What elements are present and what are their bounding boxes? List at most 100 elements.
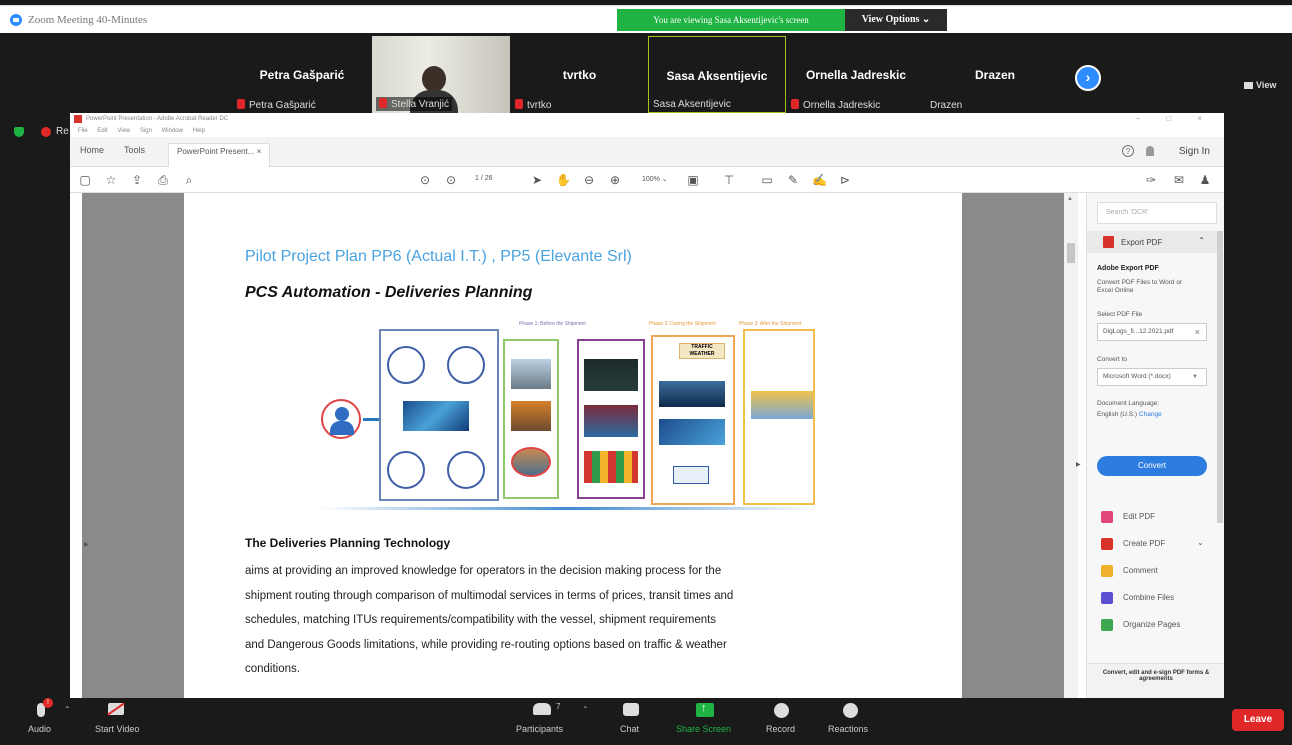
sign-in-link[interactable]: Sign In bbox=[1179, 146, 1210, 157]
paragraph-line: aims at providing an improved knowledge … bbox=[245, 565, 722, 577]
menu-file[interactable]: File bbox=[78, 128, 88, 134]
scroll-thumb[interactable] bbox=[1067, 243, 1075, 263]
dangerous-goods-image bbox=[584, 451, 638, 483]
menu-help[interactable]: Help bbox=[193, 128, 205, 134]
rail-node bbox=[387, 451, 425, 489]
document-viewport[interactable]: ▶ Pilot Project Plan PP6 (Actual I.T.) ,… bbox=[82, 193, 1064, 698]
change-language-link[interactable]: Change bbox=[1139, 411, 1162, 418]
participant-label: Petra Gašparić bbox=[237, 99, 316, 111]
window-controls[interactable]: – □ × bbox=[1136, 113, 1214, 125]
audio-options-caret[interactable]: ⌃ bbox=[64, 705, 71, 714]
left-panel-toggle-icon[interactable]: ▶ bbox=[84, 541, 89, 548]
menu-window[interactable]: Window bbox=[162, 128, 183, 134]
participant-tile[interactable]: tvrtko tvrtko bbox=[511, 36, 648, 113]
participant-name: tvrtko bbox=[562, 68, 597, 82]
zoom-logo-icon bbox=[10, 14, 22, 26]
reactions-button[interactable]: Reactions bbox=[828, 724, 868, 734]
audio-button[interactable]: Audio bbox=[28, 724, 51, 734]
diagram-footer-line bbox=[319, 507, 819, 510]
convert-description: Convert PDF Files to Word or Excel Onlin… bbox=[1097, 279, 1183, 294]
bookmark-star-icon[interactable]: ☆ bbox=[104, 173, 118, 187]
participants-icon[interactable] bbox=[533, 703, 551, 715]
participant-tile[interactable]: Drazen Drazen bbox=[926, 36, 1064, 113]
fit-page-icon[interactable]: ▣ bbox=[686, 173, 700, 187]
tab-document[interactable]: PowerPoint Present... × bbox=[168, 143, 271, 167]
share-screen-button[interactable]: Share Screen bbox=[676, 724, 731, 734]
view-layout-button[interactable]: View bbox=[1244, 80, 1276, 90]
menu-sign[interactable]: Sign bbox=[140, 128, 152, 134]
participant-tile-video[interactable]: Stella Vranjić bbox=[372, 36, 510, 114]
participants-options-caret[interactable]: ⌃ bbox=[582, 705, 589, 714]
selected-file-field[interactable]: DigLogs_fi...12.2021.pdf × bbox=[1097, 323, 1207, 341]
tools-search-input[interactable]: Search 'OCR' bbox=[1097, 202, 1217, 224]
record-button[interactable]: Record bbox=[766, 724, 795, 734]
participant-tile-active[interactable]: Sasa Aksentijevic Sasa Aksentijevic bbox=[648, 36, 786, 113]
automation-image bbox=[584, 359, 638, 391]
pdf-page: Pilot Project Plan PP6 (Actual I.T.) , P… bbox=[184, 193, 962, 698]
security-shield-icon[interactable] bbox=[14, 127, 24, 137]
read-aloud-icon[interactable]: ⊳ bbox=[838, 173, 852, 187]
page-up-icon[interactable]: ⊙ bbox=[418, 173, 432, 187]
help-icon[interactable]: ? bbox=[1122, 145, 1134, 157]
leave-button[interactable]: Leave bbox=[1232, 709, 1284, 731]
tab-tools[interactable]: Tools bbox=[124, 145, 145, 155]
mic-muted-icon bbox=[379, 98, 387, 108]
menu-edit[interactable]: Edit bbox=[97, 128, 107, 134]
participant-tile[interactable]: Petra Gašparić Petra Gašparić bbox=[233, 36, 371, 113]
share-user-icon[interactable]: ♟ bbox=[1198, 173, 1212, 187]
chat-icon[interactable] bbox=[623, 703, 639, 716]
mic-muted-icon bbox=[791, 99, 799, 109]
reactions-icon[interactable] bbox=[843, 703, 858, 718]
slide-subtitle: PCS Automation - Deliveries Planning bbox=[245, 284, 533, 301]
participant-tile[interactable]: Ornella Jadreskic Ornella Jadreskic bbox=[787, 36, 925, 113]
zoom-in-icon[interactable]: ⊕ bbox=[608, 173, 622, 187]
comment-icon[interactable]: ▭ bbox=[760, 173, 774, 187]
customs-image bbox=[584, 405, 638, 437]
pane-scrollbar[interactable] bbox=[1217, 231, 1223, 523]
share-screen-icon[interactable] bbox=[696, 702, 714, 717]
chevron-up-icon[interactable]: ⌃ bbox=[1198, 236, 1205, 245]
ship-sea-image bbox=[659, 381, 725, 407]
bell-icon[interactable] bbox=[1146, 146, 1154, 156]
document-scrollbar[interactable]: ▲ bbox=[1064, 193, 1078, 698]
find-zoom-icon[interactable]: ⌕ bbox=[182, 173, 196, 187]
pane-promo: Convert, edit and e-sign PDF forms & agr… bbox=[1087, 663, 1224, 698]
phase3-label: Phase 3: After the Shipment bbox=[739, 321, 802, 327]
create-icon[interactable]: ▢ bbox=[78, 173, 92, 187]
tab-home[interactable]: Home bbox=[80, 145, 104, 155]
ship-node bbox=[447, 451, 485, 489]
acrobat-toolbar: ▢ ☆ ⇪ ⎙ ⌕ ⊙ ⊙ 1 / 26 ➤ ✋ ⊖ ⊕ 100% ⌄ ▣ ⊤ … bbox=[70, 167, 1224, 193]
page-down-icon[interactable]: ⊙ bbox=[444, 173, 458, 187]
right-panel-toggle-icon[interactable]: ▶ bbox=[1076, 461, 1081, 468]
mic-muted-icon bbox=[237, 99, 245, 109]
zoom-level-select[interactable]: 100% ⌄ bbox=[642, 175, 668, 183]
scroll-up-icon[interactable]: ▲ bbox=[1067, 196, 1073, 202]
upload-icon[interactable]: ⇪ bbox=[130, 173, 144, 187]
record-icon[interactable] bbox=[774, 703, 789, 718]
export-pdf-header[interactable]: Export PDF ⌃ bbox=[1087, 231, 1217, 253]
hand-tool-icon[interactable]: ✋ bbox=[556, 173, 571, 187]
start-video-button[interactable]: Start Video bbox=[95, 724, 139, 734]
email-icon[interactable]: ✉ bbox=[1172, 173, 1186, 187]
zoom-out-icon[interactable]: ⊖ bbox=[582, 173, 596, 187]
participants-button[interactable]: Participants bbox=[516, 724, 563, 734]
select-cursor-icon[interactable]: ➤ bbox=[530, 173, 544, 187]
convert-button[interactable]: Convert bbox=[1097, 456, 1207, 476]
page-indicator[interactable]: 1 / 26 bbox=[475, 175, 493, 182]
sign-icon[interactable]: ✍ bbox=[812, 173, 827, 187]
export-pdf-icon bbox=[1103, 236, 1114, 248]
fill-sign-icon[interactable]: ✑ bbox=[1144, 173, 1158, 187]
convert-to-select[interactable]: Microsoft Word (*.docx) ▼ bbox=[1097, 368, 1207, 386]
menu-view[interactable]: View bbox=[117, 128, 130, 134]
chevron-down-icon[interactable]: ⌄ bbox=[1197, 538, 1204, 547]
chat-button[interactable]: Chat bbox=[620, 724, 639, 734]
pen-icon[interactable]: ✎ bbox=[786, 173, 800, 187]
esa-logo bbox=[673, 466, 709, 484]
acrobat-menubar: File Edit View Sign Window Help bbox=[70, 125, 1224, 137]
view-options-button[interactable]: View Options ⌄ bbox=[845, 9, 947, 31]
scroll-mode-icon[interactable]: ⊤ bbox=[722, 173, 736, 187]
next-participants-button[interactable]: › bbox=[1075, 65, 1101, 91]
clear-file-icon[interactable]: × bbox=[1195, 324, 1200, 340]
recording-icon[interactable] bbox=[41, 127, 51, 137]
print-icon[interactable]: ⎙ bbox=[156, 173, 170, 187]
